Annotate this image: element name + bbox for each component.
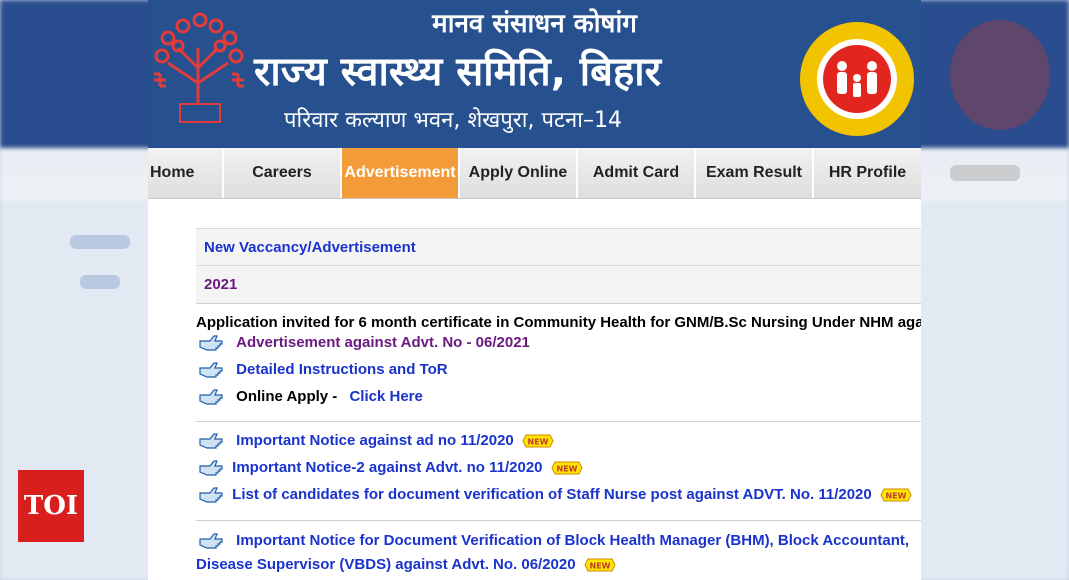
new-badge-text: NEW — [885, 492, 906, 501]
online-apply-label: Online Apply - — [236, 387, 338, 405]
notice-link[interactable]: Disease Supervisor (VBDS) against Advt. … — [196, 556, 576, 573]
nav-exam-result[interactable]: Exam Result — [696, 148, 814, 198]
nav-home[interactable]: Home — [148, 148, 224, 198]
pointing-hand-icon — [199, 487, 223, 503]
new-badge-icon: NEW — [584, 558, 616, 572]
year-label: 2021 — [204, 276, 238, 293]
list-item: Detailed Instructions and ToR — [198, 360, 448, 380]
notice-link[interactable]: Important Notice against ad no 11/2020 — [236, 432, 514, 449]
blurred-decoration — [80, 275, 120, 289]
nav-admit-card[interactable]: Admit Card — [578, 148, 696, 198]
browser-page: मानव संसाधन कोषांग राज्य स्वास्थ्य समिति… — [148, 0, 921, 580]
main-nav: Home Careers Advertisement Apply Online … — [148, 148, 921, 199]
toi-logo: TOI — [18, 470, 84, 542]
content-panel: New Vaccancy/Advertisement 2021 Applicat… — [196, 205, 921, 580]
blurred-decoration — [950, 165, 1020, 181]
blurred-decoration — [70, 235, 130, 249]
banner-title: राज्य स्वास्थ्य समिति, बिहार — [254, 49, 661, 95]
year-row: 2021 — [196, 265, 921, 303]
intro-text: Application invited for 6 month certific… — [196, 314, 921, 331]
new-badge-icon: NEW — [880, 488, 912, 502]
notice-item: Important Notice-2 against Advt. no 11/2… — [198, 458, 583, 478]
pointing-hand-icon — [199, 335, 223, 351]
nrhm-seal-icon — [800, 22, 914, 136]
notice-link[interactable]: List of candidates for document verifica… — [232, 486, 872, 503]
pointing-hand-icon — [199, 460, 223, 476]
new-badge-text: NEW — [556, 465, 577, 474]
new-badge-text: NEW — [589, 562, 610, 571]
click-here-link[interactable]: Click Here — [349, 388, 422, 405]
instructions-link[interactable]: Detailed Instructions and ToR — [236, 361, 447, 378]
pointing-hand-icon — [199, 389, 223, 405]
nav-careers[interactable]: Careers — [224, 148, 342, 198]
new-badge-icon: NEW — [522, 434, 554, 448]
pointing-hand-icon — [199, 533, 223, 549]
blurred-decoration — [950, 20, 1050, 130]
divider — [196, 303, 921, 304]
pointing-hand-icon — [199, 433, 223, 449]
nav-advertisement[interactable]: Advertisement — [342, 148, 460, 198]
site-banner: मानव संसाधन कोषांग राज्य स्वास्थ्य समिति… — [148, 0, 921, 148]
notice-item: List of candidates for document verifica… — [198, 485, 912, 505]
divider — [196, 520, 921, 521]
pointing-hand-icon — [199, 362, 223, 378]
section-title[interactable]: New Vaccancy/Advertisement — [204, 239, 416, 256]
notice-link[interactable]: Important Notice for Document Verificati… — [236, 532, 909, 549]
notice-item: Important Notice for Document Verificati… — [198, 531, 909, 551]
divider — [196, 421, 921, 422]
new-badge-icon: NEW — [551, 461, 583, 475]
list-item: Online Apply - Click Here — [198, 387, 423, 407]
nav-apply-online[interactable]: Apply Online — [460, 148, 578, 198]
section-title-row: New Vaccancy/Advertisement — [196, 228, 921, 266]
notice-item: Disease Supervisor (VBDS) against Advt. … — [196, 556, 616, 573]
nav-hr-profile[interactable]: HR Profile — [814, 148, 921, 198]
notice-item: Important Notice against ad no 11/2020 N… — [198, 431, 554, 451]
banner-address: परिवार कल्याण भवन, शेखपुरा, पटना–14 — [284, 108, 622, 133]
list-item: Advertisement against Advt. No - 06/2021 — [198, 333, 530, 353]
new-badge-text: NEW — [527, 438, 548, 447]
notice-link[interactable]: Important Notice-2 against Advt. no 11/2… — [232, 459, 542, 476]
advt-link[interactable]: Advertisement against Advt. No - 06/2021 — [236, 334, 530, 351]
